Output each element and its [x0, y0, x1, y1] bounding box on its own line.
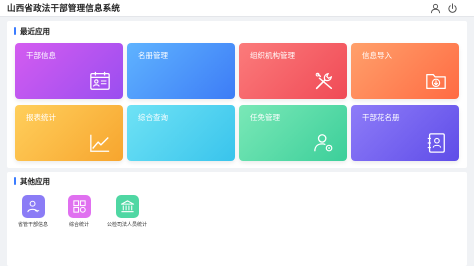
top-bar: 山西省政法干部管理信息系统 [0, 0, 474, 17]
courthouse-icon [120, 200, 134, 213]
tile-label: 组织机构管理 [250, 51, 295, 60]
grid-stats-icon [72, 200, 86, 213]
section-accent-bar [14, 27, 16, 35]
line-chart-icon [90, 134, 110, 152]
tile-label: 干部信息 [26, 51, 56, 60]
app-title: 山西省政法干部管理信息系统 [7, 4, 121, 14]
section-accent-bar [14, 177, 16, 185]
tile-roster-management[interactable]: 名册管理 [127, 43, 235, 99]
tile-cadre-info[interactable]: 干部信息 [15, 43, 123, 99]
contact-book-icon [427, 133, 445, 153]
recent-apps-panel: 最近应用 干部信息 名册管理 组织机构管理 信息导入 报表统计 综合查询 任免管… [7, 21, 467, 168]
tools-icon [315, 72, 333, 90]
app-icon-box [115, 195, 139, 218]
other-apps-panel: 其他应用 省管干部信息 综合统计 公检司法人员统计 [7, 172, 467, 266]
power-icon[interactable] [447, 3, 458, 14]
person-gear-icon [314, 134, 333, 152]
tile-label: 任免管理 [250, 113, 280, 122]
tile-label: 信息导入 [362, 51, 392, 60]
calendar-person-icon [90, 71, 110, 90]
app-icon-box [21, 195, 45, 218]
tile-report-statistics[interactable]: 报表统计 [15, 105, 123, 161]
app-judicial-personnel-statistics[interactable]: 公检司法人员统计 [105, 195, 149, 228]
app-label: 公检司法人员统计 [106, 222, 147, 228]
other-apps-title: 其他应用 [20, 177, 50, 186]
tile-label: 综合查询 [138, 113, 168, 122]
folder-download-icon [426, 73, 446, 89]
tile-info-import[interactable]: 信息导入 [351, 43, 459, 99]
tile-label: 名册管理 [138, 51, 168, 60]
app-icon-box [67, 195, 91, 218]
tile-label: 干部花名册 [362, 113, 400, 122]
tile-comprehensive-query[interactable]: 综合查询 [127, 105, 235, 161]
person-doc-icon [26, 200, 39, 213]
recent-apps-title: 最近应用 [20, 27, 50, 36]
tile-cadre-roster[interactable]: 干部花名册 [351, 105, 459, 161]
user-icon[interactable] [430, 3, 441, 14]
tile-label: 报表统计 [26, 113, 56, 122]
tile-appointment-management[interactable]: 任免管理 [239, 105, 347, 161]
tile-org-management[interactable]: 组织机构管理 [239, 43, 347, 99]
